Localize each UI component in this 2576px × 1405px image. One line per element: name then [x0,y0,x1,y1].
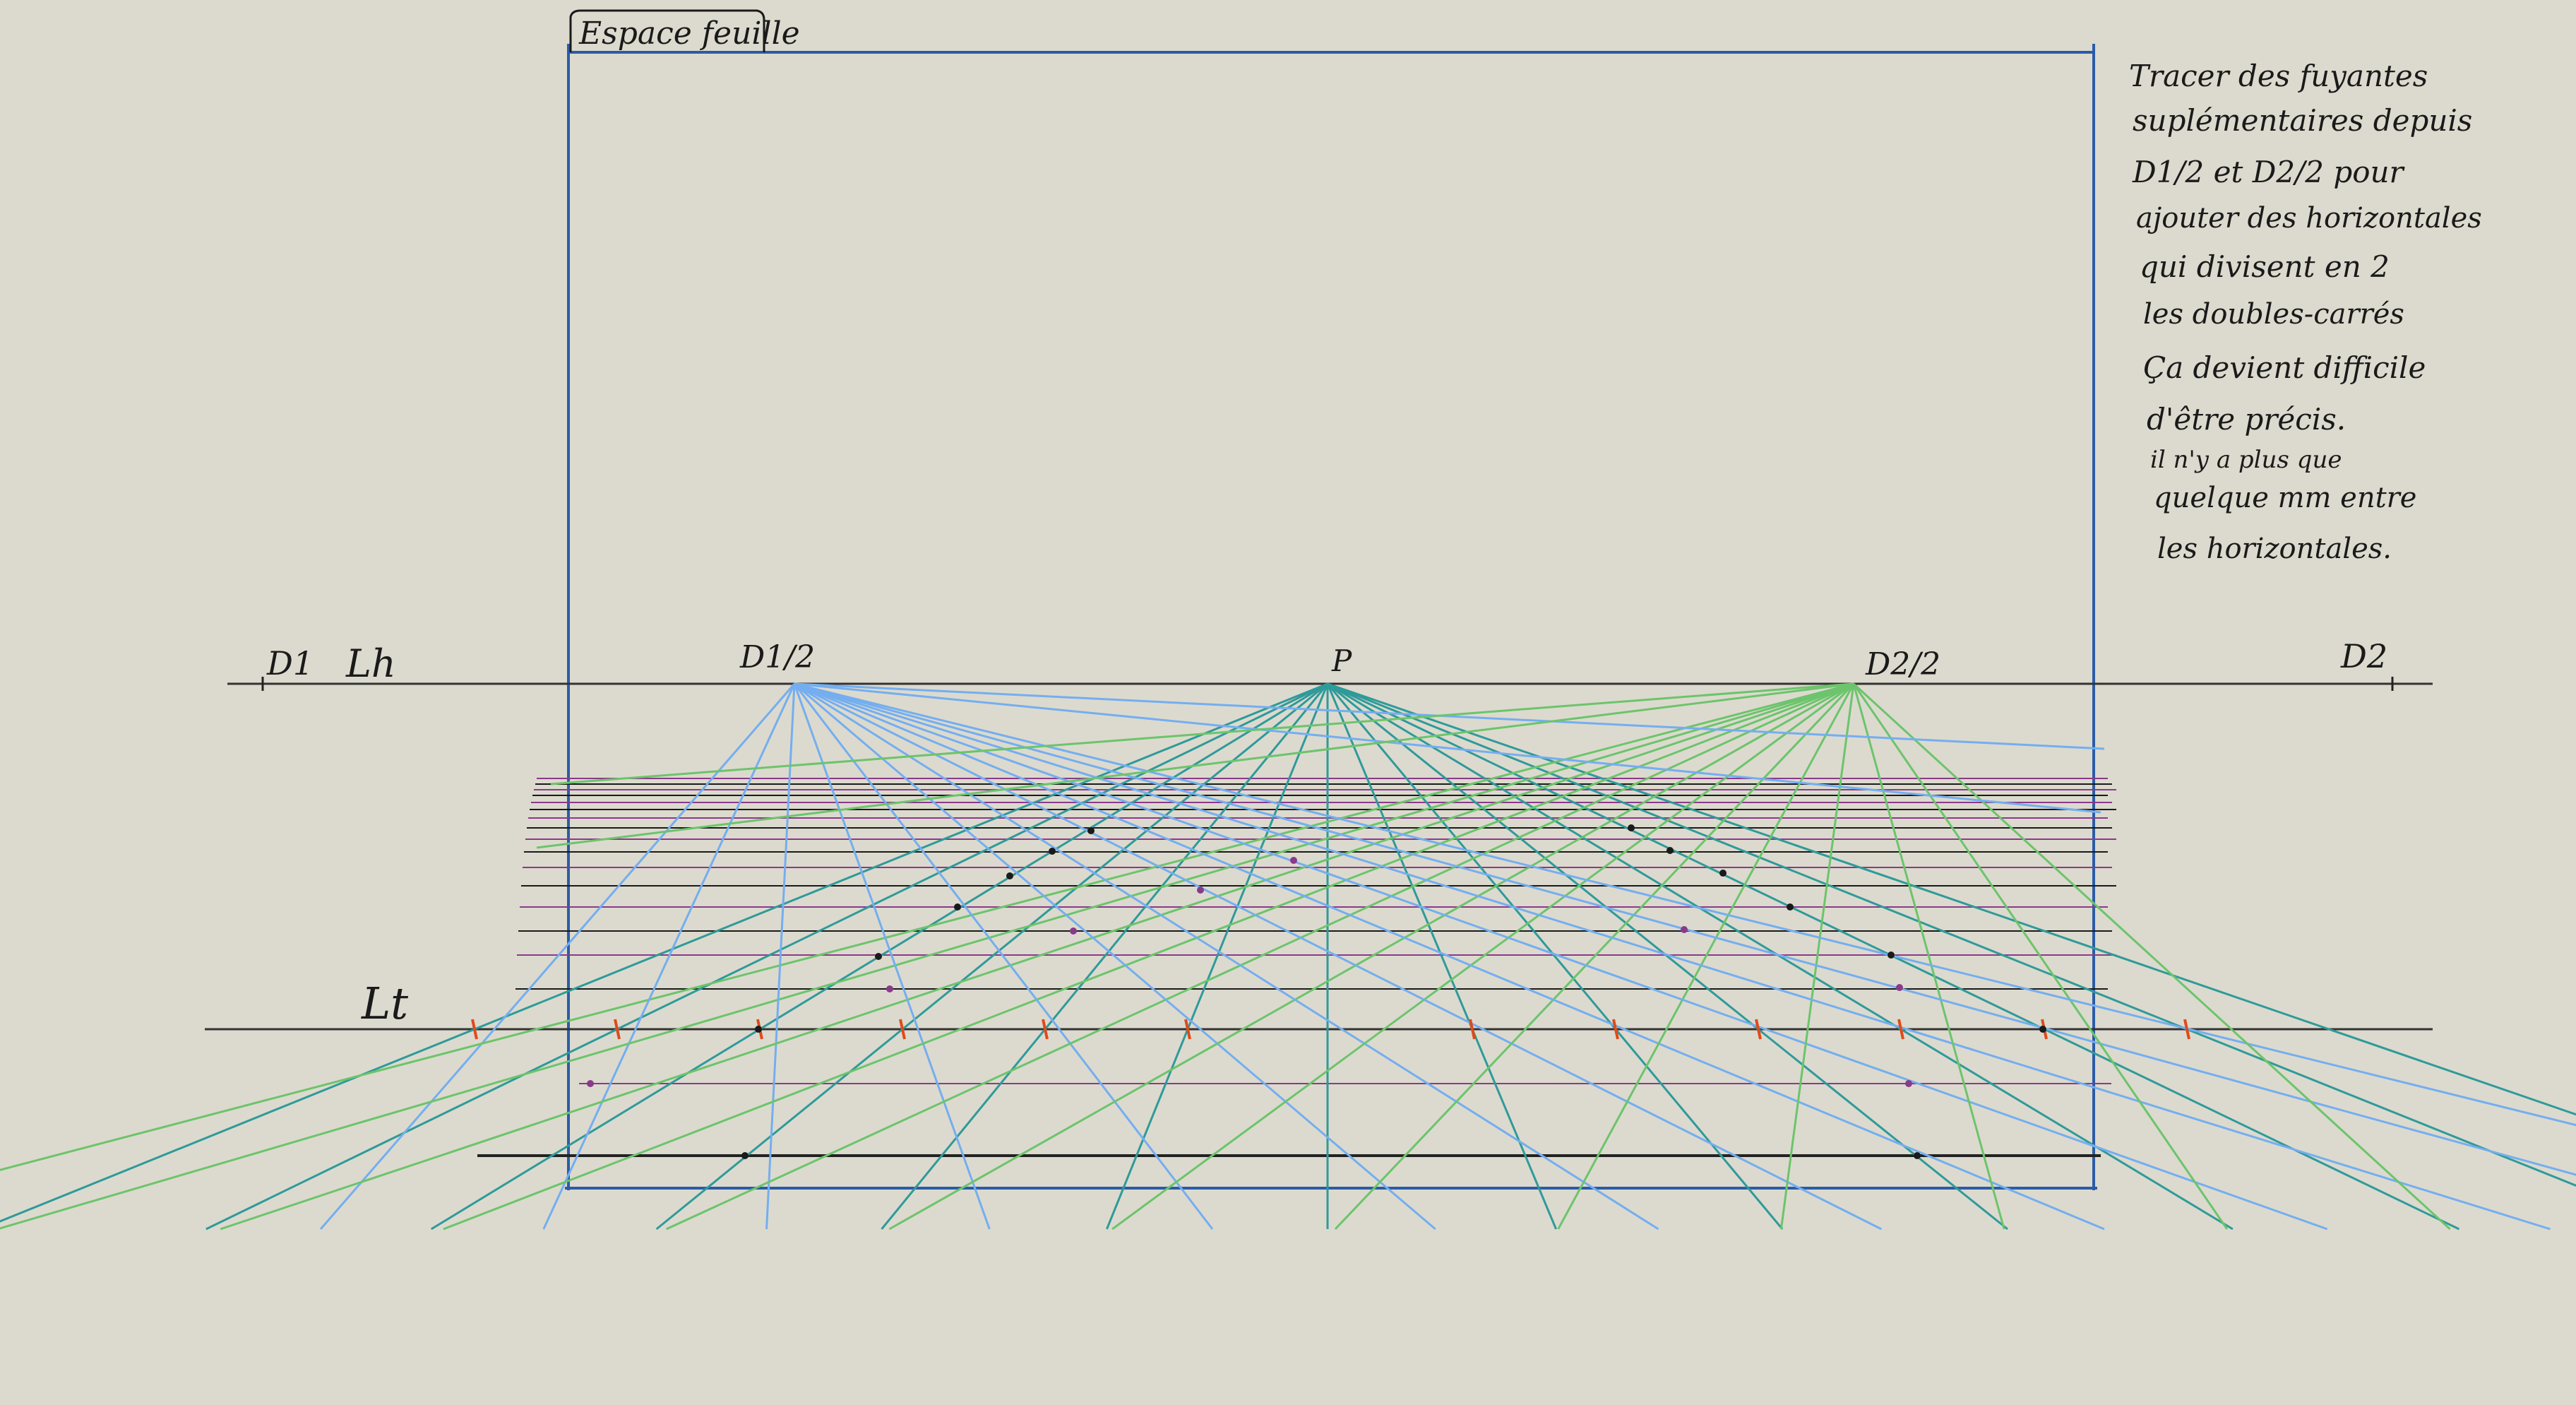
fuyante-from-p [1106,683,1329,1230]
note-line-3: D1/2 et D2/2 pour [2132,155,2406,189]
fuyante-from-d-half-2 [1111,682,1854,1231]
fuyante-from-p [1327,682,2576,1116]
note-line-2: suplémentaires depuis [2133,103,2472,138]
intersection-point [1719,870,1727,877]
vanishing-lines [0,682,2576,1231]
note-line-7: Ça devient difficile [2143,350,2426,385]
intersection-point [1087,827,1095,834]
fuyante-from-d-half-1 [794,682,2551,1231]
note-line-4: ajouter des horizontales [2136,202,2482,235]
perspective-diagram: Espace feuille D1 Lh D1/2 P D2/2 D2 Lt T… [0,9,2576,1231]
label-lh: Lh [345,641,396,686]
note-line-1: Tracer des fuyantes [2129,59,2428,93]
label-p: P [1331,644,1352,678]
intersection-point [875,953,882,960]
fuyante-from-d-half-2 [220,682,1854,1231]
fuyante-from-p [205,682,1328,1231]
intersection-point [1628,824,1635,831]
fuyante-from-d-half-1 [794,682,2328,1231]
fuyante-from-d-half-2 [1557,683,1855,1230]
horizontal-marker [587,1080,594,1087]
handwritten-notes: Tracer des fuyantes suplémentaires depui… [2129,59,2482,565]
label-d1: D1 [266,644,314,682]
sheet-label-box: Espace feuille [569,9,800,52]
fuyante-from-p [1326,683,1784,1230]
label-lt: Lt [361,978,408,1029]
horizontal-marker [1896,984,1903,991]
horizontal-marker [1905,1080,1912,1087]
intersection-point [1666,847,1674,854]
fuyante-from-d-half-2 [536,682,1854,849]
intersection-point [954,903,961,911]
horizontal-marker [1290,857,1297,864]
note-line-9: il n'y a plus que [2150,446,2342,474]
label-d-half-1: D1/2 [739,639,815,675]
note-line-6: les doubles-carrés [2143,298,2404,331]
fuyante-from-d-half-2 [0,682,1854,1230]
fuyante-from-d-half-1 [794,682,2576,1176]
sheet-frame [565,44,2097,1190]
fuyante-from-d-half-1 [794,682,2576,1127]
fuyante-from-p [1326,683,1558,1230]
horizontal-marker [886,985,893,992]
intersection-point [755,1026,762,1033]
intersection-point [1006,872,1013,879]
intersection-point [1049,848,1056,855]
intersection-point [2039,1026,2046,1033]
intersection-point [1888,952,1895,959]
horizontal-marker [1070,927,1077,935]
fuyante-from-d-half-1 [794,682,2101,814]
fuyante-from-d-half-2 [1852,683,2005,1230]
intersection-point [1914,1152,1921,1159]
note-line-10: quelque mm entre [2154,482,2416,514]
fuyante-from-d-half-2 [1334,682,1855,1231]
label-d-half-2: D2/2 [1865,646,1940,682]
note-line-8: d'être précis. [2147,402,2346,437]
fuyante-from-d-half-2 [1852,682,2451,1231]
sheet-label: Espace feuille [578,16,800,52]
horizontal-marker [1681,926,1688,933]
horizontal-marker [1197,887,1204,894]
fuyante-from-d-half-2 [1779,683,1855,1230]
intersection-point [741,1152,749,1159]
fuyante-from-d-half-1 [319,683,796,1230]
fuyante-from-p [1327,682,2576,1187]
label-d2: D2 [2340,637,2387,675]
note-line-11: les horizontales. [2157,533,2392,565]
note-line-5: qui divisent en 2 [2140,249,2390,284]
perspective-drawing-canvas: Espace feuille D1 Lh D1/2 P D2/2 D2 Lt T… [0,0,2576,1401]
intersection-point [1787,903,1794,911]
